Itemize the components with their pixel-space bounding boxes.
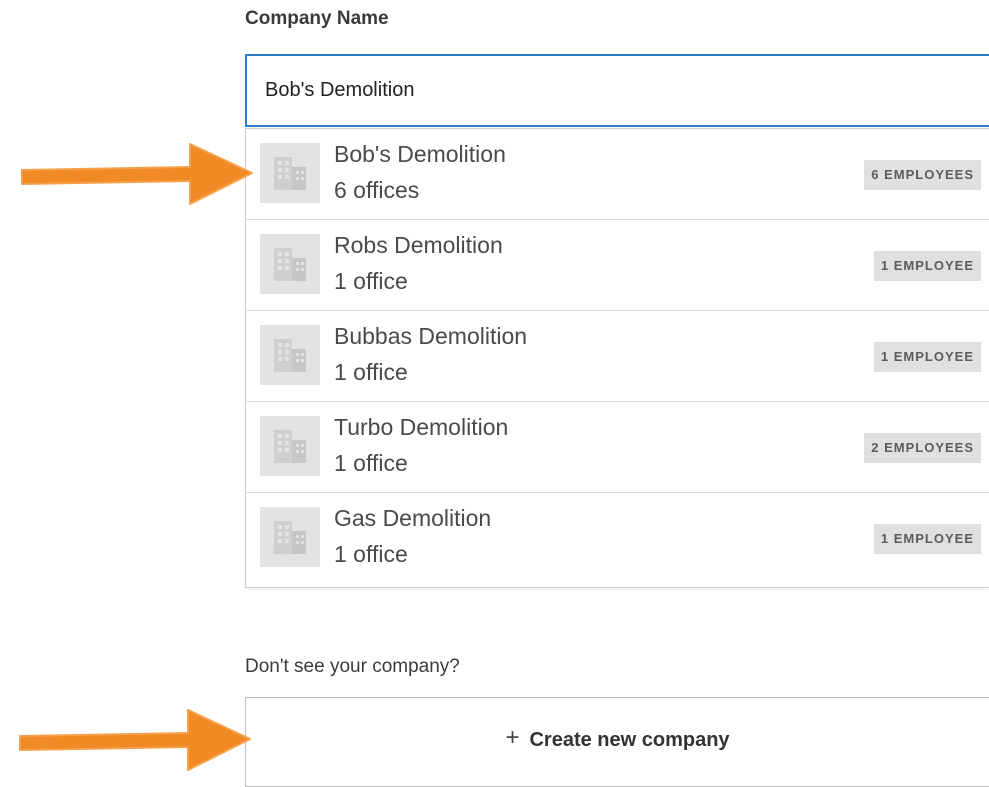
company-name: Bob's Demolition xyxy=(334,141,506,167)
company-result-row[interactable]: Turbo Demolition 1 office 2 EMPLOYEES xyxy=(246,402,989,493)
employee-count-badge: 1 EMPLOYEE xyxy=(873,524,981,554)
employee-count-badge: 1 EMPLOYEE xyxy=(873,342,981,372)
plus-icon: + xyxy=(505,724,520,751)
employee-count-badge: 1 EMPLOYEE xyxy=(873,251,981,281)
company-result-row[interactable]: Bob's Demolition 6 offices 6 EMPLOYEES xyxy=(246,129,989,220)
building-icon xyxy=(260,143,320,203)
building-icon xyxy=(260,507,320,567)
company-name: Turbo Demolition xyxy=(334,414,509,440)
company-name: Gas Demolition xyxy=(334,505,492,531)
company-office-count: 1 office xyxy=(334,359,408,385)
company-office-count: 1 office xyxy=(334,268,408,294)
company-office-count: 6 offices xyxy=(334,177,420,203)
missing-company-prompt: Don't see your company? xyxy=(245,656,460,677)
company-result-row[interactable]: Gas Demolition 1 office 1 EMPLOYEE xyxy=(246,493,989,584)
arrow-annotation-icon xyxy=(19,709,251,771)
arrow-annotation-icon xyxy=(21,143,253,205)
create-new-company-label: Create new company xyxy=(529,729,730,751)
building-icon xyxy=(260,416,320,476)
company-result-row[interactable]: Bubbas Demolition 1 office 1 EMPLOYEE xyxy=(246,311,989,402)
building-icon xyxy=(260,234,320,294)
company-office-count: 1 office xyxy=(334,541,408,567)
company-name: Robs Demolition xyxy=(334,232,503,258)
employee-count-badge: 2 EMPLOYEES xyxy=(864,433,981,463)
company-results-list: Bob's Demolition 6 offices 6 EMPLOYEES R… xyxy=(245,128,989,588)
employee-count-badge: 6 EMPLOYEES xyxy=(864,160,981,190)
building-icon xyxy=(260,325,320,385)
company-name-input[interactable] xyxy=(245,54,989,127)
company-office-count: 1 office xyxy=(334,450,408,476)
company-name: Bubbas Demolition xyxy=(334,323,528,349)
company-result-row[interactable]: Robs Demolition 1 office 1 EMPLOYEE xyxy=(246,220,989,311)
company-name-label: Company Name xyxy=(245,8,389,29)
